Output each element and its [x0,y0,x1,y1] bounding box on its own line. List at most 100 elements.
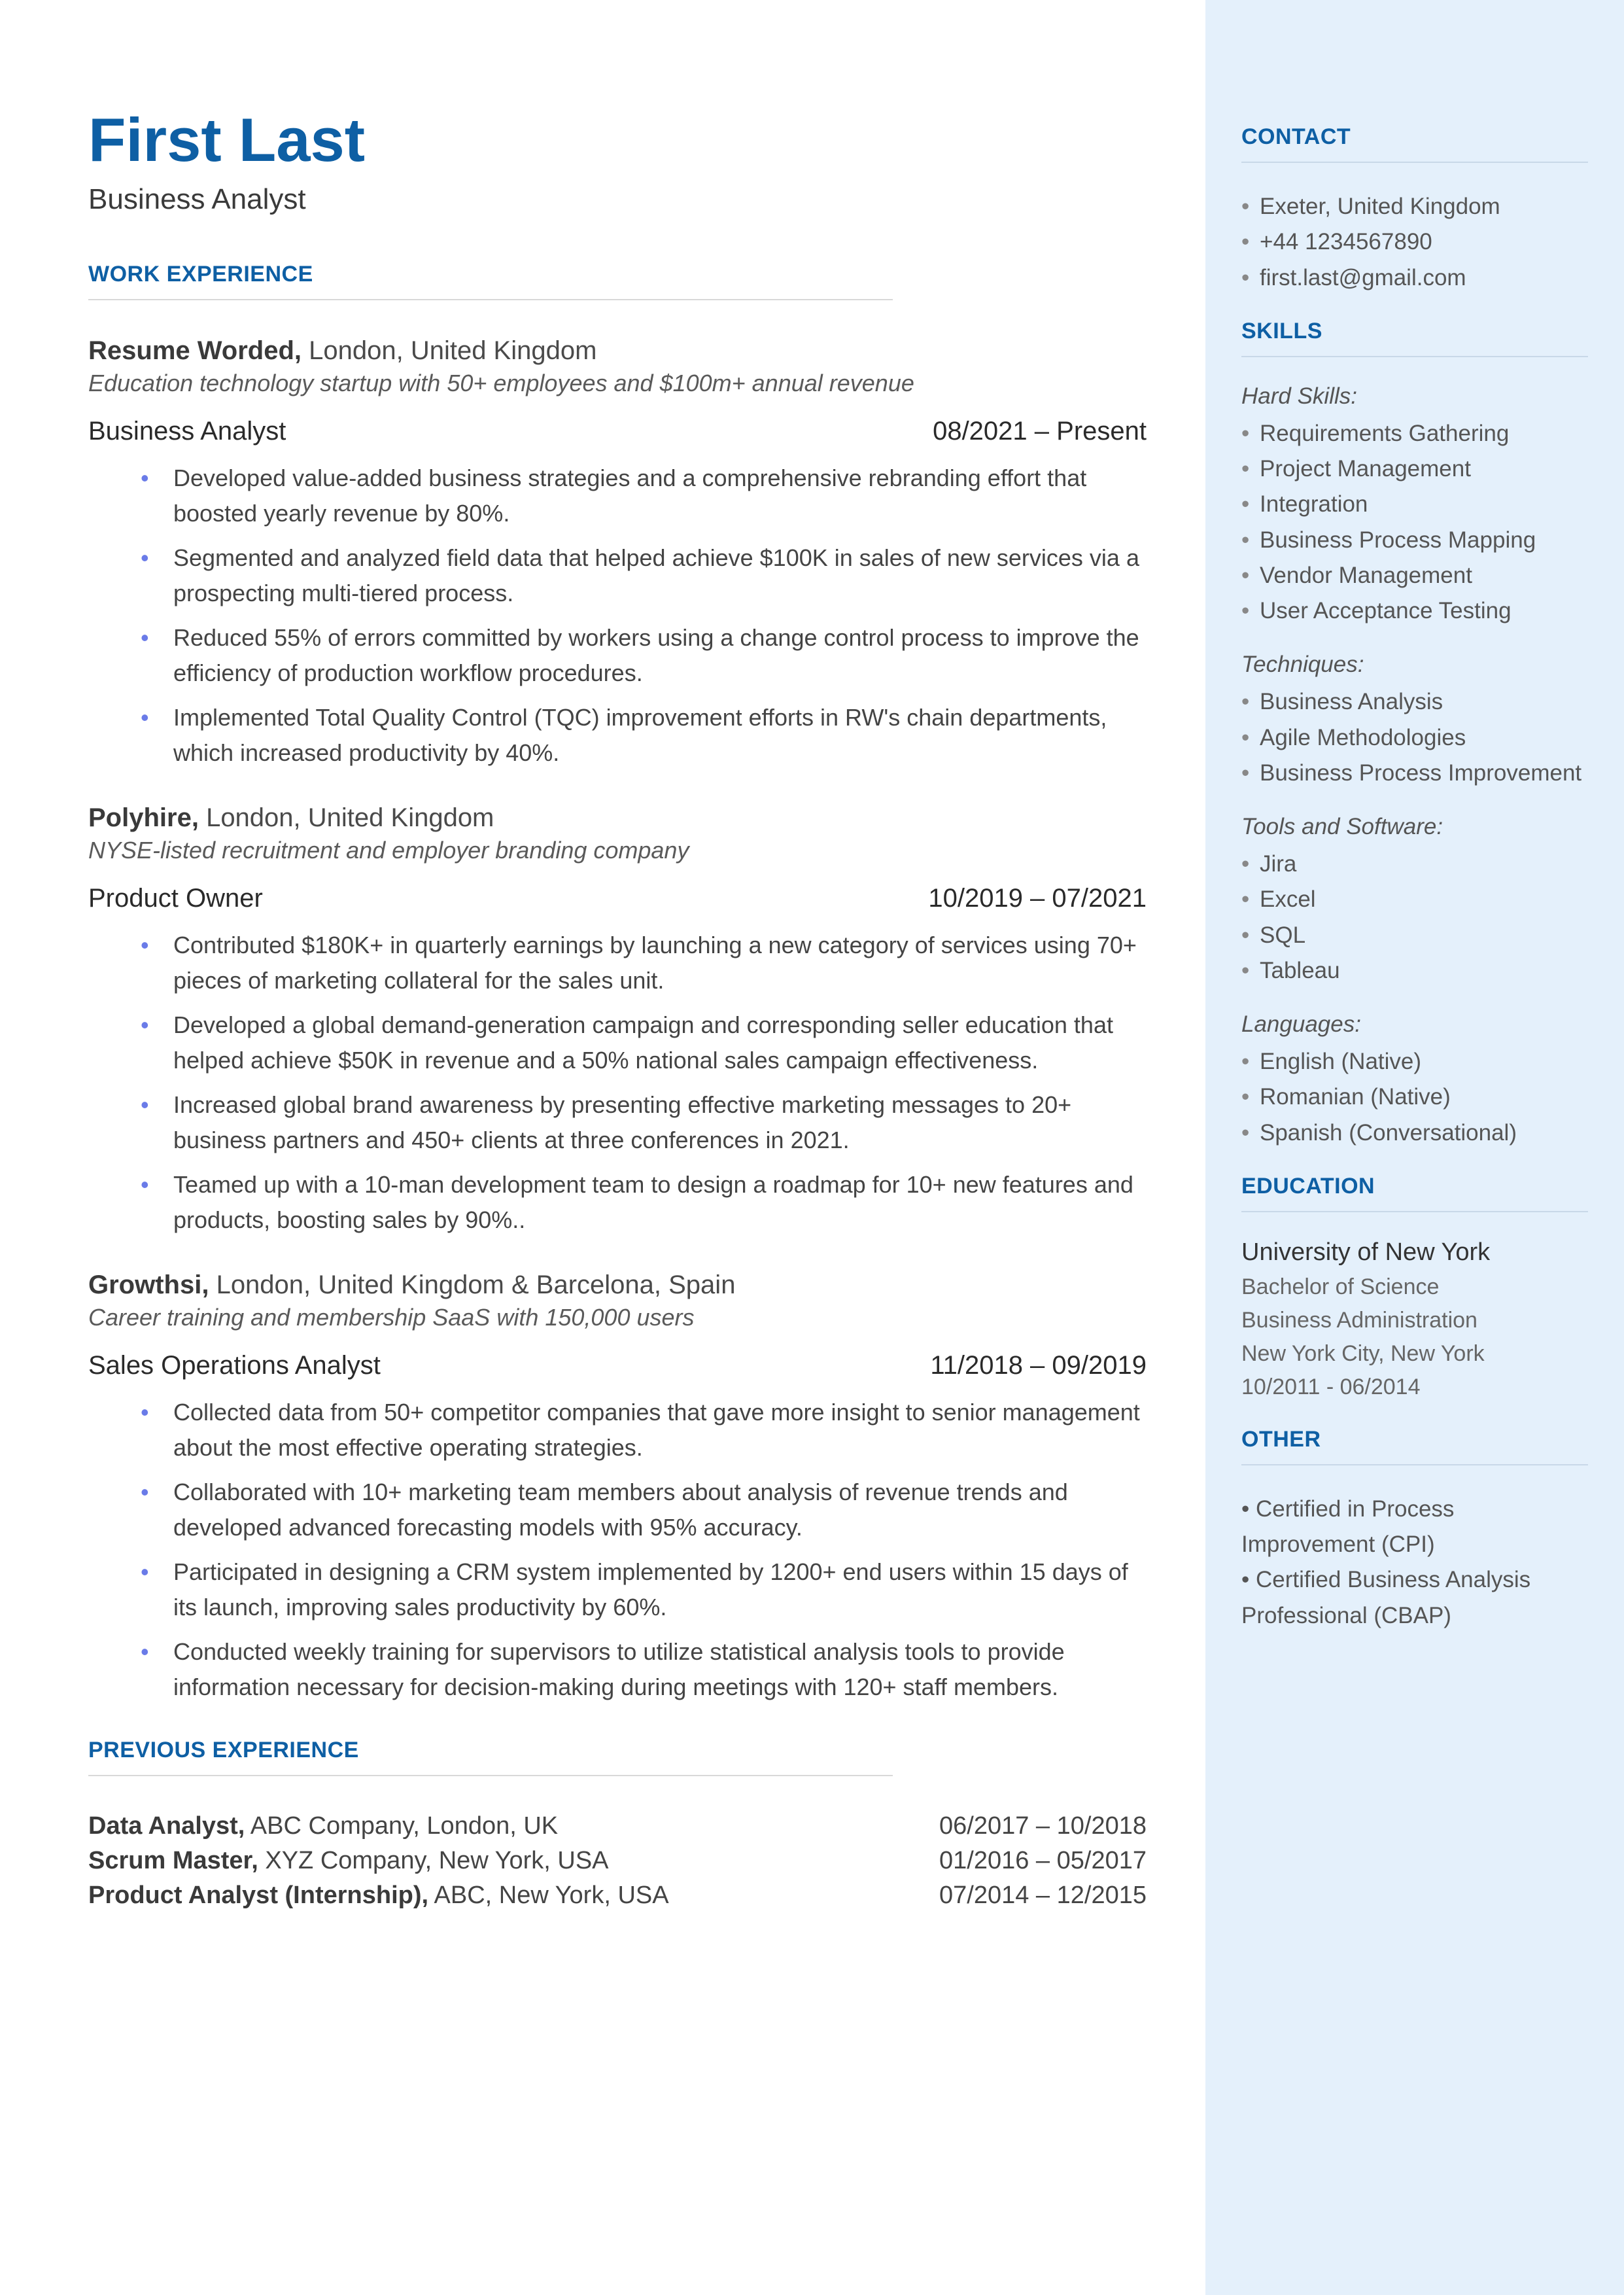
person-title: Business Analyst [88,183,1147,216]
skill-item: Integration [1241,487,1588,522]
skill-item: Tableau [1241,953,1588,989]
sidebar-column: CONTACT Exeter, United Kingdom+44 123456… [1205,0,1624,2295]
job-bullet: Increased global brand awareness by pres… [141,1087,1147,1158]
skill-item: Spanish (Conversational) [1241,1115,1588,1151]
other-item: • Certified in Process Improvement (CPI) [1241,1492,1588,1563]
skill-item: Agile Methodologies [1241,720,1588,756]
company-location: London, United Kingdom & Barcelona, Spai… [209,1270,735,1299]
divider [1241,1464,1588,1465]
company-description: Education technology startup with 50+ em… [88,370,1147,397]
job-bullets: Developed value-added business strategie… [88,461,1147,771]
previous-role: Data Analyst, ABC Company, London, UK [88,1812,558,1840]
skill-item: Business Process Mapping [1241,523,1588,558]
languages-list: English (Native)Romanian (Native)Spanish… [1241,1044,1588,1151]
job-bullet: Developed value-added business strategie… [141,461,1147,531]
divider [1241,1211,1588,1212]
previous-experience-heading: PREVIOUS EXPERIENCE [88,1738,1147,1763]
skill-item: Business Analysis [1241,684,1588,720]
divider [88,299,893,300]
job-bullets: Contributed $180K+ in quarterly earnings… [88,928,1147,1238]
main-column: First Last Business Analyst WORK EXPERIE… [0,0,1205,2295]
job-bullet: Reduced 55% of errors committed by worke… [141,620,1147,691]
previous-role: Scrum Master, XYZ Company, New York, USA [88,1847,609,1875]
tools-list: JiraExcelSQLTableau [1241,847,1588,989]
job-entry: Growthsi, London, United Kingdom & Barce… [88,1270,1147,1705]
contact-item: Exeter, United Kingdom [1241,189,1588,224]
tools-label: Tools and Software: [1241,814,1588,840]
company-line: Polyhire, London, United Kingdom [88,803,1147,833]
job-bullet: Conducted weekly training for supervisor… [141,1634,1147,1705]
previous-dates: 06/2017 – 10/2018 [939,1812,1147,1840]
company-description: Career training and membership SaaS with… [88,1304,1147,1331]
divider [1241,162,1588,163]
role-dates: 11/2018 – 09/2019 [930,1351,1147,1380]
skill-item: User Acceptance Testing [1241,593,1588,629]
job-bullet: Contributed $180K+ in quarterly earnings… [141,928,1147,998]
job-bullet: Segmented and analyzed field data that h… [141,540,1147,611]
techniques-label: Techniques: [1241,652,1588,678]
skill-item: Vendor Management [1241,558,1588,593]
company-location: London, United Kingdom [302,336,596,365]
role-line: Sales Operations Analyst 11/2018 – 09/201… [88,1351,1147,1380]
previous-entry: Data Analyst, ABC Company, London, UK 06/… [88,1812,1147,1840]
previous-entry: Product Analyst (Internship), ABC, New Y… [88,1882,1147,1910]
work-experience-heading: WORK EXPERIENCE [88,262,1147,287]
previous-dates: 01/2016 – 05/2017 [939,1847,1147,1875]
company-location: London, United Kingdom [199,803,494,832]
other-item: • Certified Business Analysis Profession… [1241,1562,1588,1634]
person-name: First Last [88,105,1147,175]
company-name: Polyhire, [88,803,199,832]
jobs-list: Resume Worded, London, United Kingdom Edu… [88,336,1147,1705]
skill-item: SQL [1241,918,1588,953]
techniques-list: Business AnalysisAgile MethodologiesBusi… [1241,684,1588,791]
languages-label: Languages: [1241,1011,1588,1038]
company-name: Resume Worded, [88,336,302,365]
education-heading: EDUCATION [1241,1174,1588,1199]
role-title: Business Analyst [88,417,286,446]
job-bullets: Collected data from 50+ competitor compa… [88,1395,1147,1705]
divider [88,1775,893,1776]
other-list: • Certified in Process Improvement (CPI)… [1241,1492,1588,1634]
contact-item: first.last@gmail.com [1241,260,1588,296]
previous-dates: 07/2014 – 12/2015 [939,1882,1147,1910]
previous-role: Product Analyst (Internship), ABC, New Y… [88,1882,669,1910]
education-degree: Bachelor of Science [1241,1270,1588,1304]
skill-item: Romanian (Native) [1241,1079,1588,1115]
previous-entry: Scrum Master, XYZ Company, New York, USA… [88,1847,1147,1875]
skill-item: Jira [1241,847,1588,882]
education-field: Business Administration [1241,1304,1588,1337]
job-bullet: Developed a global demand-generation cam… [141,1007,1147,1078]
contact-heading: CONTACT [1241,124,1588,150]
company-description: NYSE-listed recruitment and employer bra… [88,837,1147,864]
role-line: Business Analyst 08/2021 – Present [88,417,1147,446]
contact-list: Exeter, United Kingdom+44 1234567890firs… [1241,189,1588,296]
job-bullet: Collaborated with 10+ marketing team mem… [141,1475,1147,1545]
skills-heading: SKILLS [1241,319,1588,344]
role-title: Sales Operations Analyst [88,1351,381,1380]
company-line: Growthsi, London, United Kingdom & Barce… [88,1270,1147,1300]
other-heading: OTHER [1241,1427,1588,1452]
divider [1241,356,1588,357]
hard-skills-label: Hard Skills: [1241,383,1588,410]
skill-item: Business Process Improvement [1241,756,1588,791]
skill-item: Requirements Gathering [1241,416,1588,451]
role-dates: 10/2019 – 07/2021 [928,884,1147,913]
company-line: Resume Worded, London, United Kingdom [88,336,1147,366]
job-bullet: Implemented Total Quality Control (TQC) … [141,700,1147,771]
role-title: Product Owner [88,884,263,913]
job-entry: Polyhire, London, United Kingdom NYSE-lis… [88,803,1147,1238]
role-dates: 08/2021 – Present [933,417,1147,446]
company-name: Growthsi, [88,1270,209,1299]
job-entry: Resume Worded, London, United Kingdom Edu… [88,336,1147,771]
job-bullet: Participated in designing a CRM system i… [141,1554,1147,1625]
education-location: New York City, New York [1241,1337,1588,1371]
skill-item: Excel [1241,882,1588,917]
job-bullet: Collected data from 50+ competitor compa… [141,1395,1147,1465]
skill-item: English (Native) [1241,1044,1588,1079]
skill-item: Project Management [1241,451,1588,487]
role-line: Product Owner 10/2019 – 07/2021 [88,884,1147,913]
job-bullet: Teamed up with a 10-man development team… [141,1167,1147,1238]
contact-item: +44 1234567890 [1241,224,1588,260]
education-school: University of New York [1241,1238,1588,1267]
hard-skills-list: Requirements GatheringProject Management… [1241,416,1588,629]
